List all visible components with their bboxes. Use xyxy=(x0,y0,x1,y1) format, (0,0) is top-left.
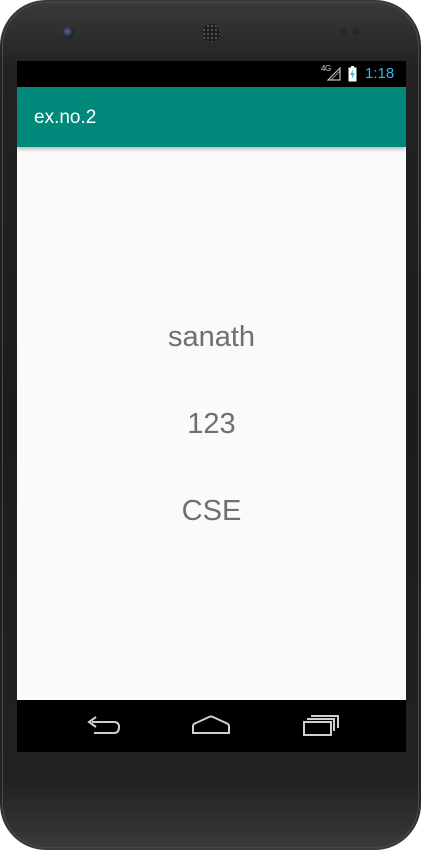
name-text: sanath xyxy=(167,321,256,353)
app-title: ex.no.2 xyxy=(34,107,97,128)
back-button[interactable] xyxy=(79,710,127,742)
home-button[interactable] xyxy=(187,710,235,742)
recents-icon xyxy=(303,715,339,736)
department-text: CSE xyxy=(181,495,242,527)
back-icon xyxy=(87,716,121,734)
status-bar: 4G 1:18 xyxy=(17,61,406,87)
earpiece-speaker xyxy=(202,24,220,42)
battery-charging-icon xyxy=(348,66,357,82)
number-text: 123 xyxy=(187,408,236,440)
proximity-sensors xyxy=(340,28,364,36)
status-time: 1:18 xyxy=(365,65,395,82)
navigation-bar xyxy=(17,700,406,752)
home-icon xyxy=(192,715,230,734)
signal-icon xyxy=(327,67,341,81)
device-frame: 4G 1:18 ex.no.2 sanath 123 CSE xyxy=(0,0,421,850)
front-camera xyxy=(63,27,74,38)
recents-button[interactable] xyxy=(297,710,345,742)
content-area: sanath 123 CSE xyxy=(17,147,406,700)
screen: 4G 1:18 ex.no.2 sanath 123 CSE xyxy=(17,61,406,752)
app-bar: ex.no.2 xyxy=(17,87,406,147)
